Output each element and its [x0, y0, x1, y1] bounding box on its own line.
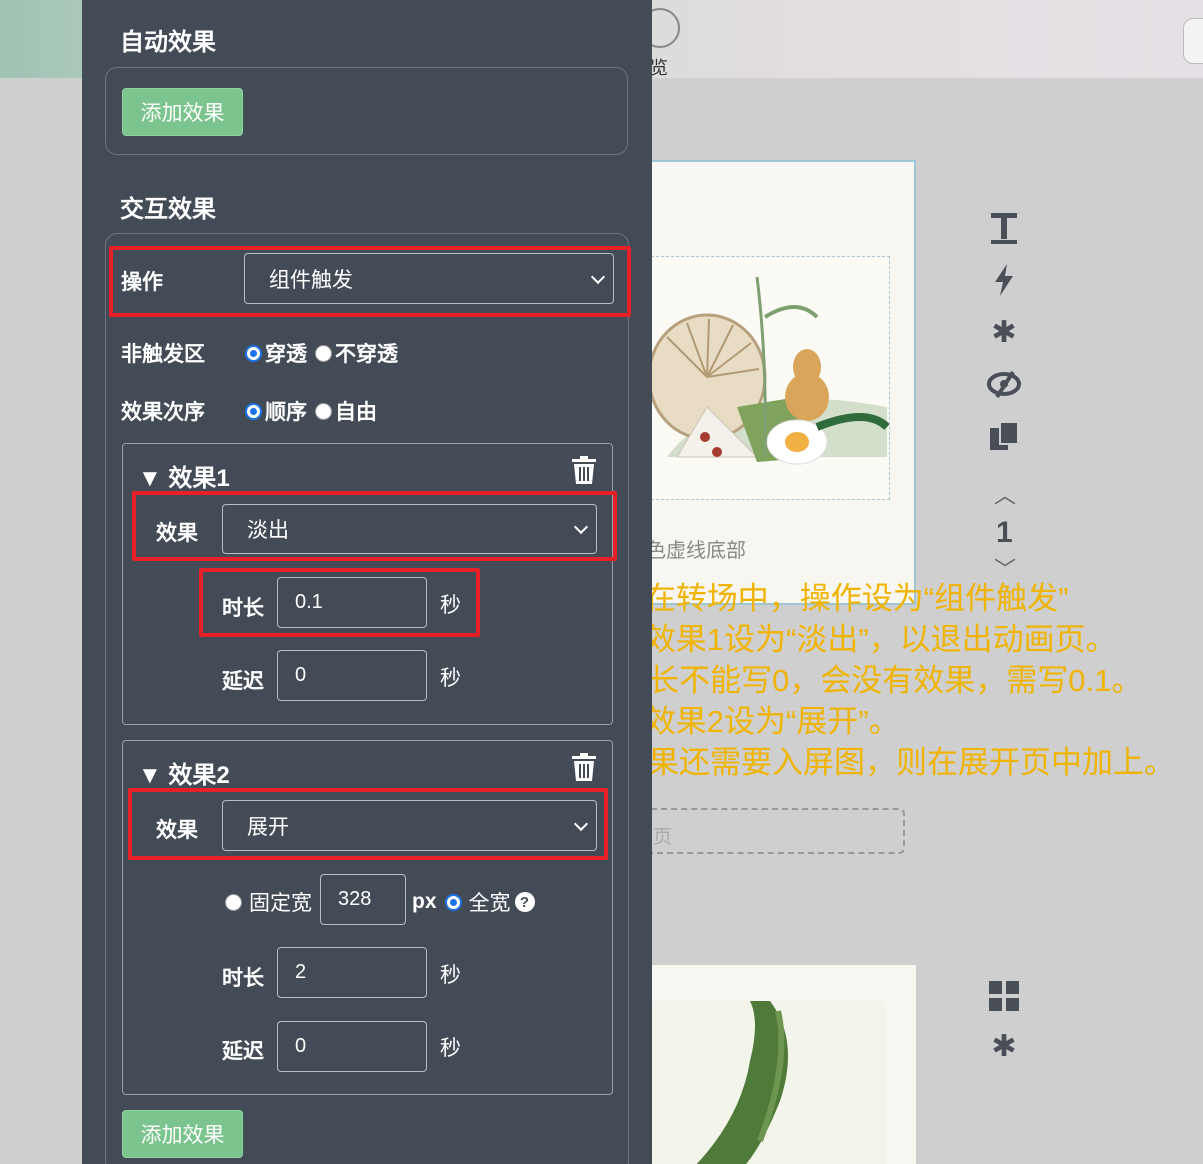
fixed-width-input[interactable]: 328	[320, 874, 406, 925]
radio-sequential[interactable]	[245, 402, 262, 420]
text-tool-icon[interactable]	[982, 210, 1026, 246]
trash-icon[interactable]	[572, 753, 596, 781]
radio-penetrate[interactable]	[245, 344, 262, 362]
effects-panel: 自动效果 添加效果 交互效果 操作 组件触发 非触发区 穿透 不穿透 效果次序 …	[82, 0, 652, 1164]
asterisk-icon[interactable]: ✱	[982, 314, 1026, 350]
order-label: 效果次序	[121, 401, 205, 424]
highlight-box	[132, 491, 617, 561]
annotation-line: ③效果2设为“展开”。	[617, 704, 900, 739]
annotation-line: ①在转场中，操作设为“组件触发”	[617, 581, 1069, 616]
highlight-box	[109, 246, 631, 317]
seconds-unit: 秒	[440, 964, 461, 987]
effect-2-delay-label: 延迟	[222, 1040, 264, 1063]
trash-icon[interactable]	[572, 456, 596, 484]
effect-2-delay-input[interactable]: 0	[277, 1021, 427, 1072]
add-effect-button[interactable]: 添加效果	[122, 88, 243, 136]
radio-no-penetrate-label[interactable]: 不穿透	[335, 338, 398, 368]
radio-full-width[interactable]	[444, 893, 462, 911]
page-card-2[interactable]	[630, 965, 916, 1164]
width-radio-group: 固定宽	[225, 887, 312, 917]
card-bottom-label: 色虚线底部	[646, 540, 746, 562]
annotation-text: ①在转场中，操作设为“组件触发” ②效果1设为“淡出”，以退出动画页。 时长不能…	[617, 578, 1175, 783]
highlight-box	[128, 788, 608, 860]
effect-1-title[interactable]: ▼ 效果1	[138, 458, 230, 493]
full-width-radio-group: px 全宽 ?	[412, 887, 535, 917]
nontrigger-radio-group: 穿透 不穿透	[245, 338, 398, 368]
interaction-effects-title: 交互效果	[120, 196, 216, 223]
highlight-box	[199, 568, 480, 637]
help-icon[interactable]: ?	[514, 892, 535, 912]
add-effect-button-2[interactable]: 添加效果	[122, 1110, 243, 1158]
radio-no-penetrate[interactable]	[315, 344, 332, 362]
dashed-box-label: 页	[653, 827, 673, 848]
nontrigger-label: 非触发区	[121, 343, 205, 366]
lightning-icon[interactable]	[982, 262, 1026, 298]
full-width-label[interactable]: 全宽	[469, 887, 511, 917]
order-radio-group: 顺序 自由	[245, 396, 377, 426]
fixed-width-label[interactable]: 固定宽	[249, 887, 312, 917]
grid-icon[interactable]	[982, 978, 1026, 1014]
effect-1-delay-label: 延迟	[222, 670, 264, 693]
page-number: 1	[996, 516, 1013, 549]
radio-free[interactable]	[315, 402, 332, 420]
annotation-line: ②效果1设为“淡出”，以退出动画页。	[617, 622, 1117, 657]
auto-effects-title: 自动效果	[120, 29, 216, 56]
seconds-unit: 秒	[440, 1037, 461, 1060]
annotation-line: 如果还需要入屏图，则在展开页中加上。	[617, 745, 1175, 780]
radio-sequential-label[interactable]: 顺序	[265, 396, 307, 426]
radio-free-label[interactable]: 自由	[335, 396, 377, 426]
auto-effects-box: 添加效果	[105, 67, 628, 155]
top-right-widget[interactable]	[1183, 18, 1203, 64]
effect-2-duration-input[interactable]: 2	[277, 947, 427, 998]
preview-label[interactable]: 览	[650, 54, 668, 80]
seconds-unit: 秒	[440, 667, 461, 690]
dashed-page-placeholder[interactable]: 页	[645, 808, 905, 854]
eye-slash-icon[interactable]	[982, 366, 1026, 402]
page-up-chevron-icon[interactable]: ︿	[994, 478, 1016, 510]
zongzi-image[interactable]	[646, 256, 890, 500]
asterisk-icon-2[interactable]: ✱	[982, 1028, 1026, 1064]
px-unit: px	[412, 890, 437, 913]
page-card-1[interactable]: 色虚线底部	[630, 160, 916, 605]
leaf-image[interactable]	[650, 1001, 886, 1164]
radio-penetrate-label[interactable]: 穿透	[265, 338, 307, 368]
annotation-line: 时长不能写0，会没有效果，需写0.1。	[617, 663, 1143, 698]
copy-pages-icon[interactable]	[982, 418, 1026, 454]
effect-2-duration-label: 时长	[222, 967, 264, 990]
effect-2-title[interactable]: ▼ 效果2	[138, 755, 230, 790]
effect-1-delay-input[interactable]: 0	[277, 650, 427, 701]
radio-fixed-width[interactable]	[225, 893, 242, 911]
